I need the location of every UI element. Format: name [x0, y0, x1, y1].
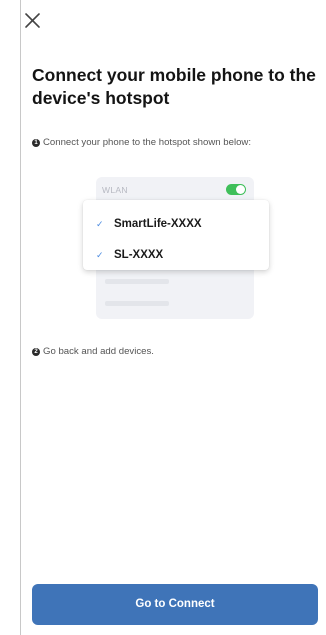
hotspot-list-card: ✓ SmartLife-XXXX ✓ SL-XXXX — [83, 200, 269, 270]
screen-frame-edge — [20, 0, 21, 635]
close-button[interactable] — [22, 10, 44, 32]
toggle-knob — [236, 185, 245, 194]
step-2-instruction: 2 Go back and add devices. — [32, 346, 154, 357]
page-title: Connect your mobile phone to the device'… — [32, 65, 316, 108]
network-item-sl: ✓ SL-XXXX — [96, 249, 163, 261]
placeholder-line — [105, 301, 169, 306]
step-2-text: Go back and add devices. — [43, 346, 154, 357]
go-to-connect-button[interactable]: Go to Connect — [32, 584, 318, 625]
wlan-label: WLAN — [102, 185, 128, 195]
placeholder-line — [105, 279, 169, 284]
check-icon: ✓ — [96, 218, 104, 229]
check-icon: ✓ — [96, 249, 104, 260]
step-1-text: Connect your phone to the hotspot shown … — [43, 137, 252, 148]
network-item-smartlife: ✓ SmartLife-XXXX — [96, 218, 202, 230]
wlan-toggle-icon — [226, 184, 246, 195]
step-1-instruction: 1 Connect your phone to the hotspot show… — [32, 137, 251, 148]
step-2-number-badge: 2 — [32, 347, 40, 356]
step-1-number-badge: 1 — [32, 138, 40, 147]
close-icon — [25, 13, 40, 28]
network-name: SL-XXXX — [114, 249, 164, 261]
network-name: SmartLife-XXXX — [114, 218, 202, 230]
